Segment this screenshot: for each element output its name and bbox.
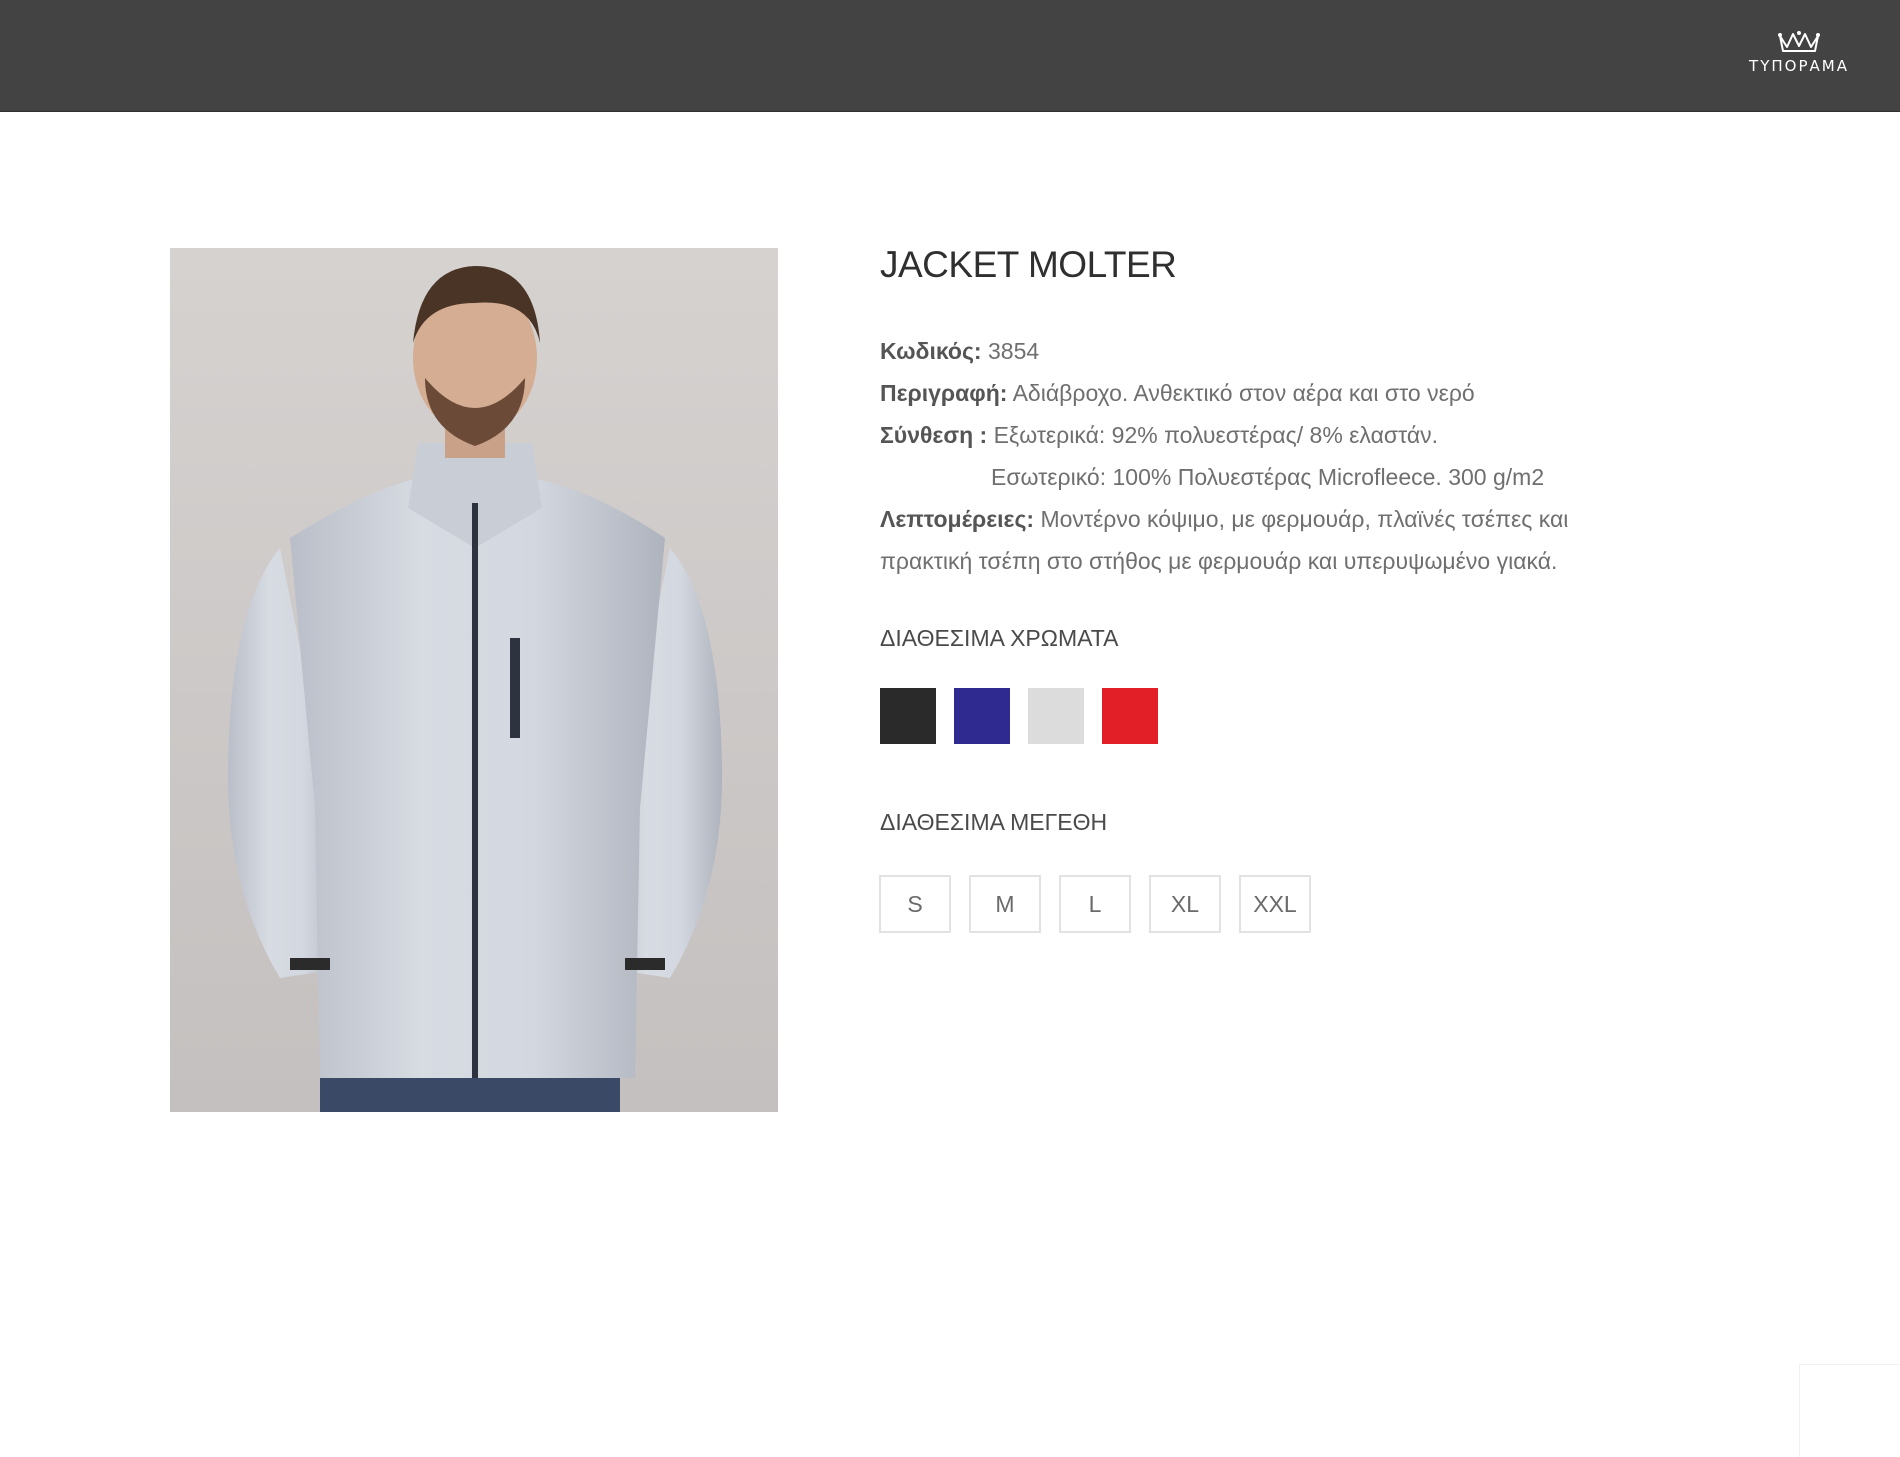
- composition-row: Σύνθεση : Εξωτερικά: 92% πολυεστέρας/ 8%…: [880, 414, 1640, 456]
- details-line2: πρακτική τσέπη στο στήθος με φερμουάρ κα…: [880, 548, 1558, 574]
- corner-panel: [1799, 1364, 1900, 1457]
- color-swatch-grey[interactable]: [1028, 688, 1084, 744]
- size-button-s[interactable]: S: [879, 875, 951, 933]
- code-row: Κωδικός: 3854: [880, 330, 1640, 372]
- size-button-m[interactable]: M: [969, 875, 1041, 933]
- color-swatch-blue[interactable]: [954, 688, 1010, 744]
- code-label: Κωδικός:: [880, 338, 982, 364]
- colors-heading: ΔΙΑΘΕΣΙΜΑ ΧΡΩΜΑΤΑ: [880, 625, 1119, 651]
- composition-outer: Εξωτερικά: 92% πολυεστέρας/ 8% ελαστάν.: [993, 422, 1439, 448]
- top-header-bar: ΤΥΠΟΡΑΜΑ: [0, 0, 1900, 112]
- size-button-xl[interactable]: XL: [1149, 875, 1221, 933]
- product-title: JACKET MOLTER: [880, 244, 1177, 285]
- size-options: S M L XL XXL: [879, 875, 1311, 933]
- product-specs: Κωδικός: 3854 Περιγραφή: Αδιάβροχο. Ανθε…: [880, 330, 1640, 582]
- composition-inner: Εσωτερικό: 100% Πολυεστέρας Microfleece.…: [991, 464, 1545, 490]
- color-swatch-black[interactable]: [880, 688, 936, 744]
- composition-inner-row: Εσωτερικό: 100% Πολυεστέρας Microfleece.…: [880, 456, 1640, 498]
- code-value: 3854: [987, 338, 1040, 364]
- sizes-heading: ΔΙΑΘΕΣΙΜΑ ΜΕΓΕΘΗ: [880, 809, 1108, 835]
- details-line1: Μοντέρνο κόψιμο, με φερμουάρ, πλαϊνές τσ…: [1040, 506, 1569, 532]
- composition-label: Σύνθεση :: [880, 422, 988, 448]
- details-row: Λεπτομέρειες: Μοντέρνο κόψιμο, με φερμου…: [880, 498, 1640, 540]
- details-label: Λεπτομέρειες:: [880, 506, 1035, 532]
- product-photo: [170, 248, 778, 1112]
- color-swatches: [880, 688, 1158, 744]
- size-button-l[interactable]: L: [1059, 875, 1131, 933]
- logo-wordmark: ΤΥΠΟΡΑΜΑ: [1749, 57, 1849, 75]
- crown-icon: [1778, 31, 1820, 52]
- details-row-2: πρακτική τσέπη στο στήθος με φερμουάρ κα…: [880, 540, 1640, 582]
- color-swatch-red[interactable]: [1102, 688, 1158, 744]
- description-row: Περιγραφή: Αδιάβροχο. Ανθεκτικό στον αέρ…: [880, 372, 1640, 414]
- description-value: Αδιάβροχο. Ανθεκτικό στον αέρα και στο ν…: [1012, 380, 1475, 406]
- brand-logo[interactable]: ΤΥΠΟΡΑΜΑ: [1740, 30, 1858, 80]
- description-label: Περιγραφή:: [880, 380, 1008, 406]
- size-button-xxl[interactable]: XXL: [1239, 875, 1311, 933]
